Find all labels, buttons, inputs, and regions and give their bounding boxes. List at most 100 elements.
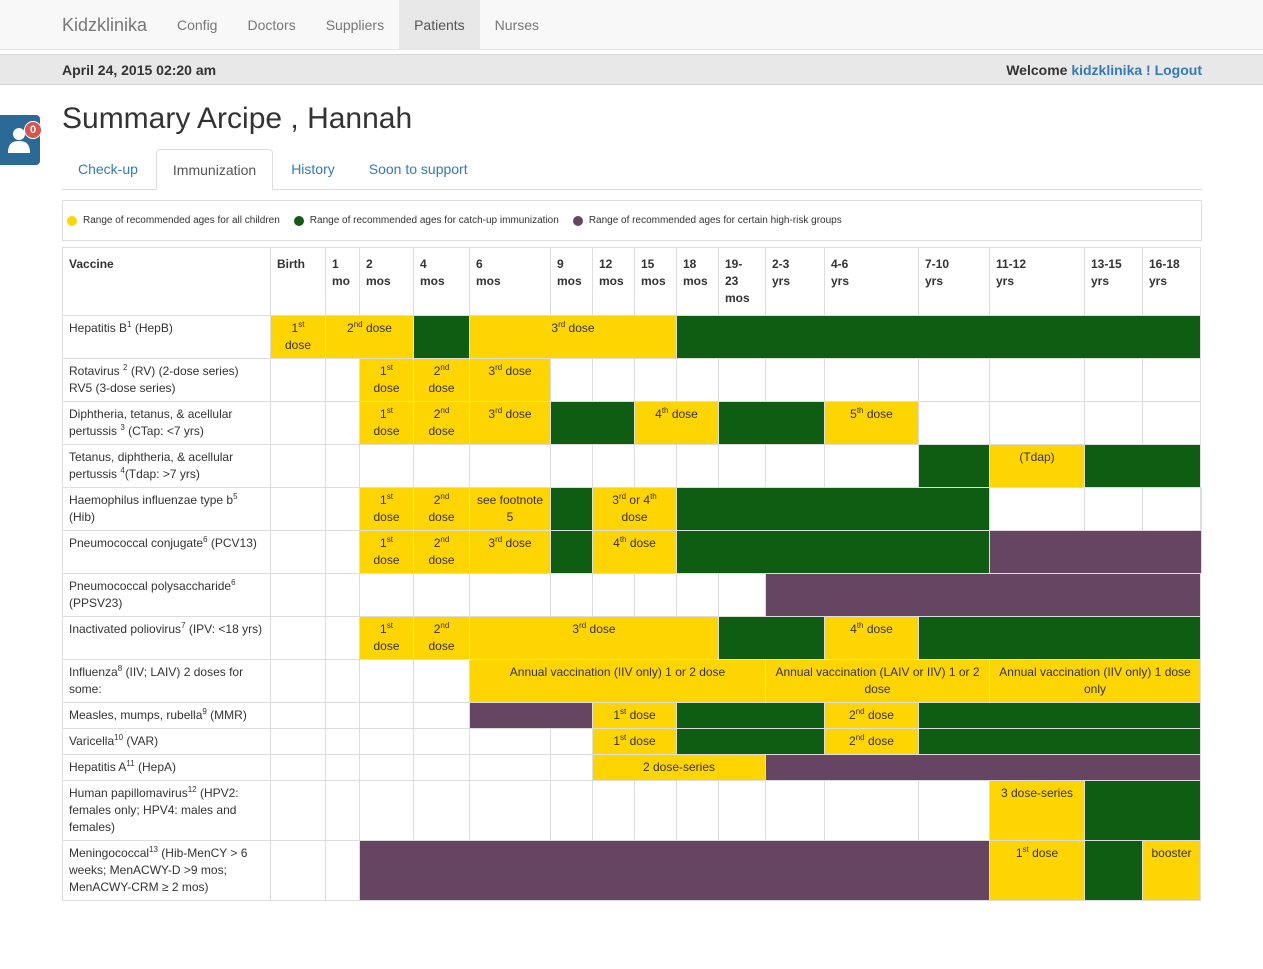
recommended-cell: 1st dose xyxy=(592,728,677,755)
vaccine-name: Pneumococcal conjugate6 (PCV13) xyxy=(62,530,271,574)
recommended-cell: Annual vaccination (IIV only) 1 or 2 dos… xyxy=(469,659,766,703)
recommended-cell: 3rd dose xyxy=(469,401,551,445)
logout-link[interactable]: Logout xyxy=(1155,62,1202,78)
welcome-label: Welcome xyxy=(1006,62,1068,78)
empty-cell xyxy=(676,358,719,402)
table-row: Tetanus, diphtheria, & acellular pertuss… xyxy=(62,444,1202,488)
page-title: Summary Arcipe , Hannah xyxy=(62,102,413,135)
empty-cell xyxy=(325,616,360,660)
column-header: 2 mos xyxy=(359,247,414,316)
empty-cell xyxy=(550,754,593,781)
recommended-cell: 3rd dose xyxy=(469,315,677,359)
vaccine-name: Influenza8 (IIV; LAIV) 2 doses for some: xyxy=(62,659,271,703)
empty-cell xyxy=(718,573,766,617)
vaccine-name: Haemophilus influenzae type b5 (Hib) xyxy=(62,487,271,531)
empty-cell xyxy=(270,616,326,660)
user-link[interactable]: kidzklinika ! xyxy=(1071,62,1150,78)
catch-up-cell xyxy=(676,728,825,755)
empty-cell xyxy=(718,358,766,402)
table-row: Measles, mumps, rubella9 (MMR) 1st dose 2n… xyxy=(62,702,1202,729)
recommended-cell: 1st dose xyxy=(359,487,414,531)
empty-cell xyxy=(989,358,1085,402)
legend-label: Range of recommended ages for catch-up i… xyxy=(309,215,559,226)
notifications-widget[interactable]: 0 xyxy=(0,115,42,165)
nav-patients[interactable]: Patients xyxy=(399,0,480,50)
empty-cell xyxy=(325,401,360,445)
tab-check-up[interactable]: Check-up xyxy=(62,149,154,189)
table-row: Haemophilus influenzae type b5 (Hib) 1st … xyxy=(62,487,1202,531)
column-header: Birth xyxy=(270,247,326,316)
recommended-cell: 4th dose xyxy=(592,530,677,574)
catch-up-cell xyxy=(918,728,1201,755)
nav-doctors[interactable]: Doctors xyxy=(232,0,310,50)
recommended-cell: 1st dose xyxy=(270,315,326,359)
empty-cell xyxy=(634,358,677,402)
table-row: Varicella10 (VAR) 1st dose 2nd dose xyxy=(62,728,1202,755)
empty-cell xyxy=(325,444,360,488)
empty-cell xyxy=(1200,487,1202,531)
high-risk-cell xyxy=(359,840,990,901)
empty-cell xyxy=(550,728,593,755)
empty-cell xyxy=(918,780,990,841)
catch-up-cell xyxy=(550,530,593,574)
empty-cell xyxy=(634,444,677,488)
nav-nurses[interactable]: Nurses xyxy=(480,0,554,50)
empty-cell xyxy=(270,728,326,755)
vaccine-name: Human papillomavirus12 (HPV2: females on… xyxy=(62,780,271,841)
column-header: 13-15 yrs xyxy=(1084,247,1143,316)
empty-cell xyxy=(1084,487,1143,531)
catch-up-cell xyxy=(718,401,825,445)
empty-cell xyxy=(270,573,326,617)
recommended-cell: 2nd dose xyxy=(413,487,470,531)
empty-cell xyxy=(824,780,919,841)
empty-cell xyxy=(270,358,326,402)
empty-cell xyxy=(325,659,360,703)
column-header: 16-18 yrs xyxy=(1142,247,1201,316)
recommended-cell: 2nd dose xyxy=(413,616,470,660)
empty-cell xyxy=(918,401,990,445)
tab-immunization[interactable]: Immunization xyxy=(155,149,274,190)
table-header-row: Vaccine Birth 1 mo 2 mos 4 mos 6 mos 9 mos 12 mos 15 mo… xyxy=(62,247,1202,316)
empty-cell xyxy=(634,780,677,841)
empty-cell xyxy=(592,780,635,841)
recommended-cell: 3 dose-series xyxy=(989,780,1085,841)
brand-logo[interactable]: Kidzklinika xyxy=(62,15,147,36)
table-row: Meningococcal13 (Hib-MenCY > 6 weeks; Me… xyxy=(62,840,1202,901)
recommended-cell: (Tdap) xyxy=(989,444,1085,488)
recommended-cell: 2nd dose xyxy=(824,702,919,729)
empty-cell xyxy=(550,573,593,617)
empty-cell xyxy=(270,754,326,781)
empty-cell xyxy=(325,754,360,781)
recommended-cell: 4th dose xyxy=(824,616,919,660)
empty-cell xyxy=(270,702,326,729)
recommended-cell: 2nd dose xyxy=(413,358,470,402)
recommended-cell: Annual vaccination (LAIV or IIV) 1 or 2 … xyxy=(765,659,990,703)
catch-up-cell xyxy=(413,315,470,359)
legend-item: Range of recommended ages for catch-up i… xyxy=(293,215,559,226)
empty-cell xyxy=(824,444,919,488)
empty-cell xyxy=(676,780,719,841)
recommended-cell: 2nd dose xyxy=(413,530,470,574)
legend-dot-icon xyxy=(572,215,583,226)
empty-cell xyxy=(413,573,470,617)
catch-up-cell xyxy=(1084,780,1201,841)
empty-cell xyxy=(359,728,414,755)
nav-suppliers[interactable]: Suppliers xyxy=(311,0,399,50)
empty-cell xyxy=(676,444,719,488)
empty-cell xyxy=(592,444,635,488)
empty-cell xyxy=(765,444,825,488)
legend-dot-icon xyxy=(293,215,304,226)
nav-config[interactable]: Config xyxy=(162,0,232,50)
catch-up-cell xyxy=(550,487,593,531)
tab-soon-to-support[interactable]: Soon to support xyxy=(353,149,484,189)
tab-history[interactable]: History xyxy=(275,149,351,189)
empty-cell xyxy=(325,358,360,402)
recommended-cell: 4th dose xyxy=(634,401,719,445)
empty-cell xyxy=(592,573,635,617)
empty-cell xyxy=(592,358,635,402)
empty-cell xyxy=(550,358,593,402)
empty-cell xyxy=(270,487,326,531)
column-header: 12 mos xyxy=(592,247,635,316)
empty-cell xyxy=(325,487,360,531)
welcome-message: Welcome kidzklinika ! Logout xyxy=(1006,62,1202,78)
